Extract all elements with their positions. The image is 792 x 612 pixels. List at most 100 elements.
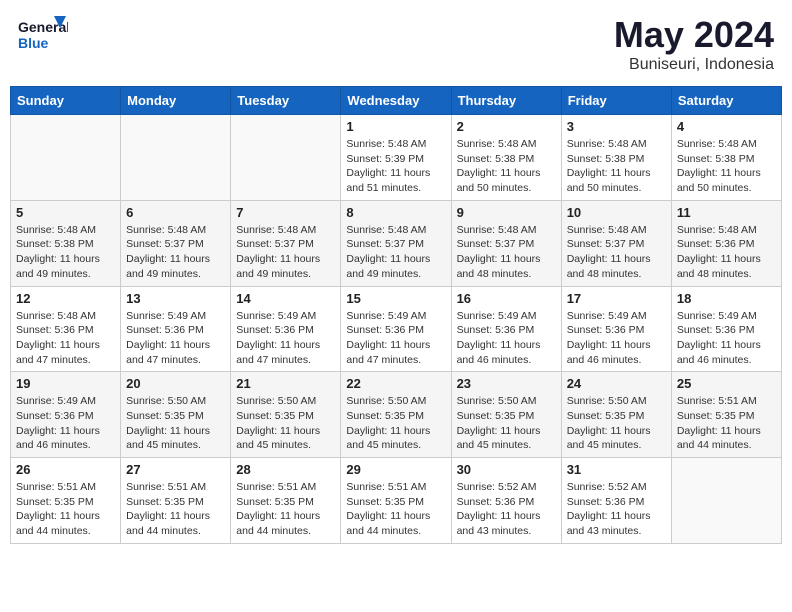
day-number: 8 bbox=[346, 205, 445, 220]
day-number: 10 bbox=[567, 205, 666, 220]
day-number: 4 bbox=[677, 119, 776, 134]
day-number: 11 bbox=[677, 205, 776, 220]
calendar-cell: 21 Sunrise: 5:50 AMSunset: 5:35 PMDayligh… bbox=[231, 372, 341, 458]
calendar-cell: 18Sunrise: 5:49 AMSunset: 5:36 PMDayligh… bbox=[671, 286, 781, 372]
day-info: Sunrise: 5:50 AMSunset: 5:35 PMDaylight:… bbox=[126, 394, 225, 453]
day-info: Sunrise: 5:48 AMSunset: 5:38 PMDaylight:… bbox=[677, 137, 776, 196]
day-info: Sunrise: 5:50 AMSunset: 5:35 PMDaylight:… bbox=[236, 394, 335, 453]
day-number: 19 bbox=[16, 376, 115, 391]
svg-text:Blue: Blue bbox=[18, 35, 49, 51]
day-info: Sunrise: 5:49 AMSunset: 5:36 PMDaylight:… bbox=[567, 309, 666, 368]
calendar-body: 1 Sunrise: 5:48 AMSunset: 5:39 PMDaylight… bbox=[11, 115, 782, 544]
calendar-cell: 22Sunrise: 5:50 AMSunset: 5:35 PMDayligh… bbox=[341, 372, 451, 458]
calendar-cell: 25 Sunrise: 5:51 AMSunset: 5:35 PMDayligh… bbox=[671, 372, 781, 458]
calendar-cell: 23Sunrise: 5:50 AMSunset: 5:35 PMDayligh… bbox=[451, 372, 561, 458]
day-info: Sunrise: 5:48 AMSunset: 5:37 PMDaylight:… bbox=[567, 223, 666, 282]
title-area: May 2024 Buniseuri, Indonesia bbox=[614, 14, 774, 74]
calendar-header-friday: Friday bbox=[561, 87, 671, 115]
day-number: 21 bbox=[236, 376, 335, 391]
day-info: Sunrise: 5:49 AMSunset: 5:36 PMDaylight:… bbox=[457, 309, 556, 368]
day-number: 30 bbox=[457, 462, 556, 477]
calendar-cell: 15 Sunrise: 5:49 AMSunset: 5:36 PMDayligh… bbox=[341, 286, 451, 372]
day-info: Sunrise: 5:51 AMSunset: 5:35 PMDaylight:… bbox=[236, 480, 335, 539]
location-title: Buniseuri, Indonesia bbox=[614, 56, 774, 74]
day-number: 9 bbox=[457, 205, 556, 220]
calendar-cell: 14Sunrise: 5:49 AMSunset: 5:36 PMDayligh… bbox=[231, 286, 341, 372]
calendar-cell: 16 Sunrise: 5:49 AMSunset: 5:36 PMDayligh… bbox=[451, 286, 561, 372]
day-number: 28 bbox=[236, 462, 335, 477]
day-info: Sunrise: 5:48 AMSunset: 5:37 PMDaylight:… bbox=[457, 223, 556, 282]
calendar-cell: 13 Sunrise: 5:49 AMSunset: 5:36 PMDayligh… bbox=[121, 286, 231, 372]
calendar-cell: 6 Sunrise: 5:48 AMSunset: 5:37 PMDaylight… bbox=[121, 200, 231, 286]
calendar-cell: 7 Sunrise: 5:48 AMSunset: 5:37 PMDaylight… bbox=[231, 200, 341, 286]
calendar-cell: 29Sunrise: 5:51 AMSunset: 5:35 PMDayligh… bbox=[341, 458, 451, 544]
calendar-table: SundayMondayTuesdayWednesdayThursdayFrid… bbox=[10, 86, 782, 544]
day-number: 20 bbox=[126, 376, 225, 391]
day-number: 1 bbox=[346, 119, 445, 134]
day-number: 7 bbox=[236, 205, 335, 220]
calendar-cell: 28 Sunrise: 5:51 AMSunset: 5:35 PMDayligh… bbox=[231, 458, 341, 544]
calendar-cell: 4 Sunrise: 5:48 AMSunset: 5:38 PMDaylight… bbox=[671, 115, 781, 201]
calendar-cell: 2Sunrise: 5:48 AMSunset: 5:38 PMDaylight… bbox=[451, 115, 561, 201]
calendar-cell: 12 Sunrise: 5:48 AMSunset: 5:36 PMDayligh… bbox=[11, 286, 121, 372]
calendar-header-sunday: Sunday bbox=[11, 87, 121, 115]
calendar-cell: 20 Sunrise: 5:50 AMSunset: 5:35 PMDayligh… bbox=[121, 372, 231, 458]
day-number: 3 bbox=[567, 119, 666, 134]
day-number: 6 bbox=[126, 205, 225, 220]
day-number: 27 bbox=[126, 462, 225, 477]
day-info: Sunrise: 5:48 AMSunset: 5:37 PMDaylight:… bbox=[236, 223, 335, 282]
calendar-cell bbox=[671, 458, 781, 544]
calendar-cell: 3 Sunrise: 5:48 AMSunset: 5:38 PMDaylight… bbox=[561, 115, 671, 201]
day-info: Sunrise: 5:48 AMSunset: 5:39 PMDaylight:… bbox=[346, 137, 445, 196]
day-info: Sunrise: 5:48 AMSunset: 5:36 PMDaylight:… bbox=[16, 309, 115, 368]
calendar-cell: 8Sunrise: 5:48 AMSunset: 5:37 PMDaylight… bbox=[341, 200, 451, 286]
day-info: Sunrise: 5:51 AMSunset: 5:35 PMDaylight:… bbox=[126, 480, 225, 539]
day-number: 2 bbox=[457, 119, 556, 134]
calendar-cell: 1 Sunrise: 5:48 AMSunset: 5:39 PMDaylight… bbox=[341, 115, 451, 201]
day-info: Sunrise: 5:51 AMSunset: 5:35 PMDaylight:… bbox=[677, 394, 776, 453]
logo-icon: General Blue bbox=[18, 14, 68, 59]
calendar-cell bbox=[231, 115, 341, 201]
day-number: 13 bbox=[126, 291, 225, 306]
day-number: 15 bbox=[346, 291, 445, 306]
day-info: Sunrise: 5:52 AMSunset: 5:36 PMDaylight:… bbox=[567, 480, 666, 539]
calendar-header-row: SundayMondayTuesdayWednesdayThursdayFrid… bbox=[11, 87, 782, 115]
calendar-cell: 31 Sunrise: 5:52 AMSunset: 5:36 PMDayligh… bbox=[561, 458, 671, 544]
calendar-week-2: 5Sunrise: 5:48 AMSunset: 5:38 PMDaylight… bbox=[11, 200, 782, 286]
day-number: 12 bbox=[16, 291, 115, 306]
day-info: Sunrise: 5:49 AMSunset: 5:36 PMDaylight:… bbox=[346, 309, 445, 368]
calendar-header-tuesday: Tuesday bbox=[231, 87, 341, 115]
calendar-header-thursday: Thursday bbox=[451, 87, 561, 115]
calendar-cell: 24Sunrise: 5:50 AMSunset: 5:35 PMDayligh… bbox=[561, 372, 671, 458]
day-info: Sunrise: 5:50 AMSunset: 5:35 PMDaylight:… bbox=[567, 394, 666, 453]
day-number: 26 bbox=[16, 462, 115, 477]
day-number: 31 bbox=[567, 462, 666, 477]
calendar-header-monday: Monday bbox=[121, 87, 231, 115]
calendar-cell: 11 Sunrise: 5:48 AMSunset: 5:36 PMDayligh… bbox=[671, 200, 781, 286]
calendar-week-1: 1 Sunrise: 5:48 AMSunset: 5:39 PMDaylight… bbox=[11, 115, 782, 201]
day-number: 14 bbox=[236, 291, 335, 306]
page-header: General Blue May 2024 Buniseuri, Indones… bbox=[10, 10, 782, 78]
day-number: 29 bbox=[346, 462, 445, 477]
day-info: Sunrise: 5:48 AMSunset: 5:38 PMDaylight:… bbox=[567, 137, 666, 196]
calendar-cell bbox=[11, 115, 121, 201]
calendar-cell: 27 Sunrise: 5:51 AMSunset: 5:35 PMDayligh… bbox=[121, 458, 231, 544]
day-info: Sunrise: 5:52 AMSunset: 5:36 PMDaylight:… bbox=[457, 480, 556, 539]
calendar-cell: 17Sunrise: 5:49 AMSunset: 5:36 PMDayligh… bbox=[561, 286, 671, 372]
calendar-header-saturday: Saturday bbox=[671, 87, 781, 115]
calendar-cell: 26Sunrise: 5:51 AMSunset: 5:35 PMDayligh… bbox=[11, 458, 121, 544]
day-info: Sunrise: 5:48 AMSunset: 5:36 PMDaylight:… bbox=[677, 223, 776, 282]
day-info: Sunrise: 5:49 AMSunset: 5:36 PMDaylight:… bbox=[677, 309, 776, 368]
logo: General Blue bbox=[18, 14, 68, 59]
month-title: May 2024 bbox=[614, 14, 774, 56]
day-info: Sunrise: 5:48 AMSunset: 5:37 PMDaylight:… bbox=[126, 223, 225, 282]
calendar-cell: 9 Sunrise: 5:48 AMSunset: 5:37 PMDaylight… bbox=[451, 200, 561, 286]
calendar-cell: 10 Sunrise: 5:48 AMSunset: 5:37 PMDayligh… bbox=[561, 200, 671, 286]
calendar-header-wednesday: Wednesday bbox=[341, 87, 451, 115]
day-number: 16 bbox=[457, 291, 556, 306]
day-number: 25 bbox=[677, 376, 776, 391]
calendar-week-5: 26 Sunrise: 5:51 AMSunset: 5:35 PMDayligh… bbox=[11, 458, 782, 544]
day-info: Sunrise: 5:49 AMSunset: 5:36 PMDaylight:… bbox=[126, 309, 225, 368]
calendar-cell: 30 Sunrise: 5:52 AMSunset: 5:36 PMDayligh… bbox=[451, 458, 561, 544]
calendar-week-4: 19Sunrise: 5:49 AMSunset: 5:36 PMDayligh… bbox=[11, 372, 782, 458]
